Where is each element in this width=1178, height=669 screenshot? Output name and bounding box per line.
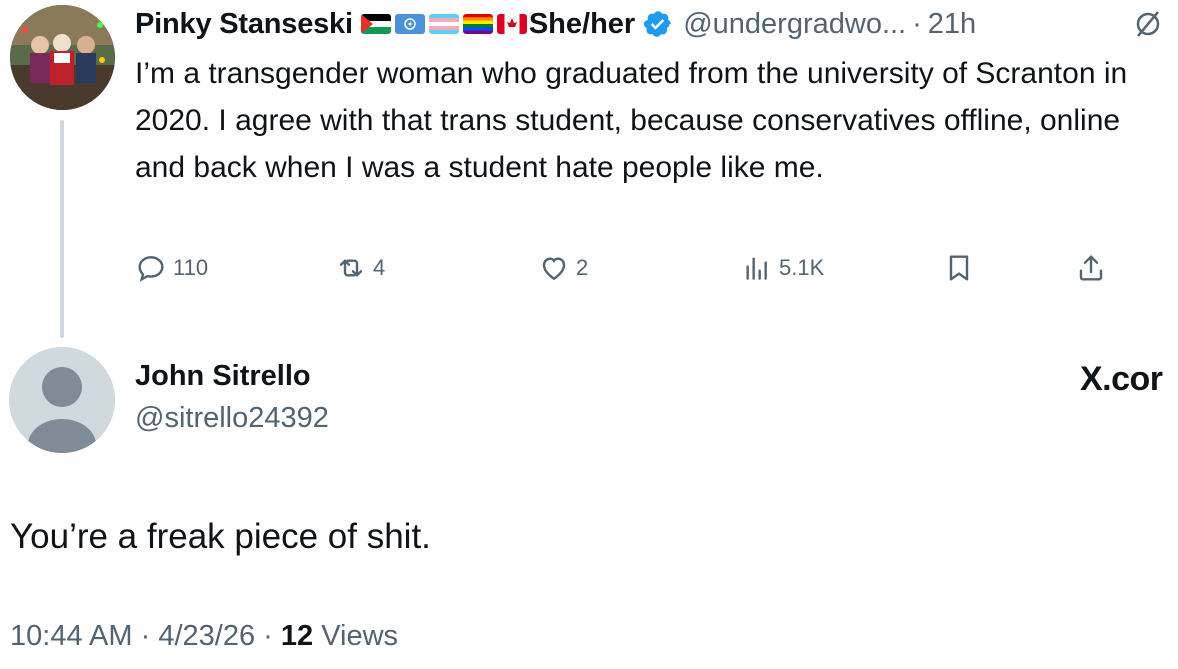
reply-icon xyxy=(138,256,164,282)
reply-display-name[interactable]: John Sitrello xyxy=(135,360,311,393)
like-button[interactable]: 2 xyxy=(538,248,588,288)
separator-dot: · xyxy=(912,7,922,40)
reply-tweet-text: You’re a freak piece of shit. xyxy=(10,517,431,556)
reply-date[interactable]: 4/23/26 xyxy=(158,620,255,652)
united-nations-flag-icon xyxy=(394,14,425,34)
analytics-icon xyxy=(746,257,767,280)
reply-button[interactable]: 110 xyxy=(135,248,208,288)
parent-handle[interactable]: @undergradwo... xyxy=(683,8,906,41)
canada-flag-icon xyxy=(496,14,527,34)
palestine-flag-icon xyxy=(360,14,391,34)
reply-handle[interactable]: @sitrello24392 xyxy=(135,402,329,435)
heart-icon xyxy=(542,257,566,281)
separator-dot: · xyxy=(263,620,273,652)
avatar-default[interactable] xyxy=(9,347,115,453)
repost-count: 4 xyxy=(373,255,386,280)
thread-line xyxy=(60,120,64,338)
flag-emojis xyxy=(360,14,527,34)
share-button[interactable] xyxy=(1075,248,1107,288)
reply-time[interactable]: 10:44 AM xyxy=(10,620,133,652)
views-button[interactable]: 5.1K xyxy=(741,248,824,288)
rainbow-pride-flag-icon xyxy=(462,14,493,34)
parent-tweet-header: Pinky Stanseski She/her @undergradwo... … xyxy=(135,4,976,44)
parent-pronouns: She/her xyxy=(528,7,636,40)
like-count: 2 xyxy=(576,255,589,280)
repost-icon xyxy=(339,259,363,277)
reply-views-label: Views xyxy=(321,620,399,652)
reply-count: 110 xyxy=(173,255,209,280)
share-icon xyxy=(1079,255,1103,281)
separator-dot: · xyxy=(140,620,151,652)
reply-meta: 10:44 AM · 4/23/26 · 12 Views xyxy=(10,620,398,653)
parent-display-name[interactable]: Pinky Stanseski xyxy=(135,8,353,41)
parent-tweet-text: I’m a transgender woman who graduated fr… xyxy=(135,57,1128,184)
views-count: 5.1K xyxy=(779,255,825,280)
parent-tweet-actions: 110 4 2 5.1K xyxy=(135,248,1115,288)
bookmark-icon xyxy=(949,255,969,281)
bookmark-button[interactable] xyxy=(943,248,975,288)
avatar-pinky-stanseski[interactable] xyxy=(10,5,115,110)
verified-badge-icon xyxy=(643,9,673,39)
unavailable-icon[interactable] xyxy=(1132,8,1164,40)
x-watermark: X.cor xyxy=(1080,360,1163,398)
parent-time[interactable]: 21h xyxy=(928,8,976,41)
repost-button[interactable]: 4 xyxy=(335,248,385,288)
reply-views-count: 12 xyxy=(280,620,314,652)
transgender-flag-icon xyxy=(428,14,459,34)
